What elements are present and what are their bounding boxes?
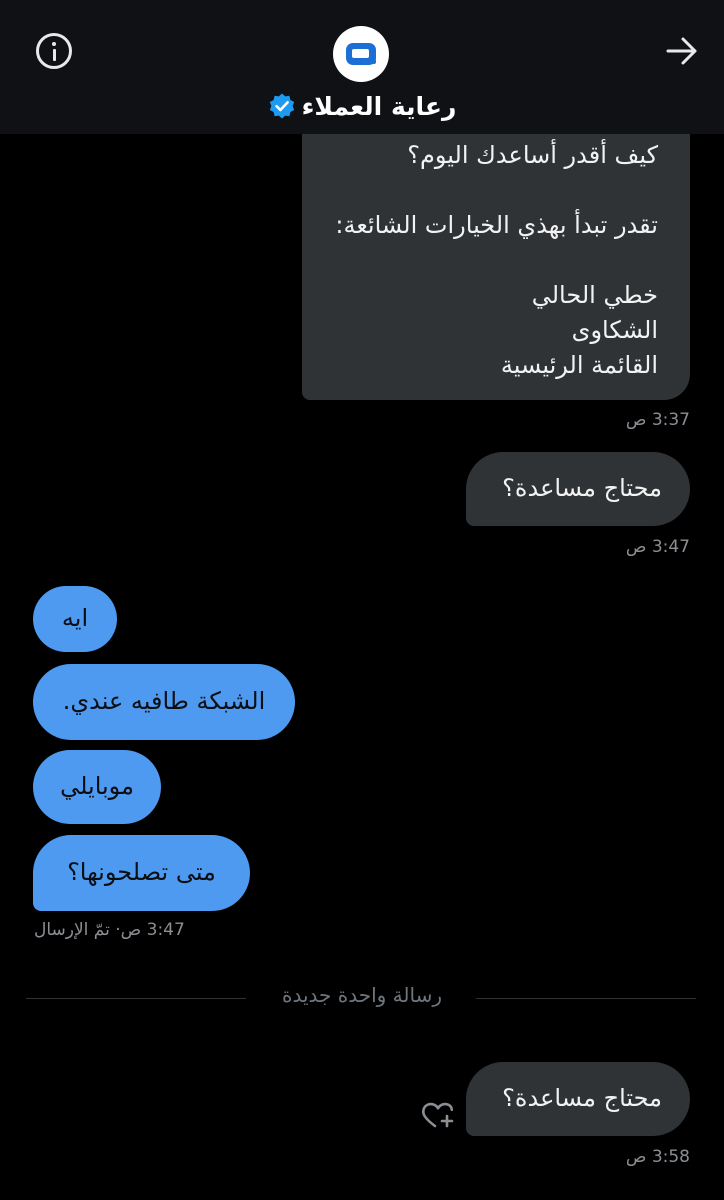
message-timestamp: 3:37 ص [625, 410, 690, 430]
message-text: موبايلي [60, 772, 134, 800]
message-text: ايه [61, 604, 89, 632]
menu-option-main-menu[interactable]: القائمة الرئيسية [332, 348, 658, 383]
page-title: رعاية العملاء [301, 91, 457, 121]
avatar[interactable] [333, 26, 389, 82]
mobily-logo-icon [346, 43, 376, 65]
message-text: محتاج مساعدة؟ [502, 474, 662, 502]
message-timestamp: 3:58 ص [625, 1147, 690, 1167]
message-text: متى تصلحونها؟ [67, 858, 216, 886]
message-line: تقدر تبدأ بهذي الخيارات الشائعة: [335, 211, 658, 239]
message-text: الشبكة طافيه عندي. [62, 687, 266, 715]
heart-plus-icon[interactable] [414, 1100, 454, 1136]
chat-header: رعاية العملاء [0, 0, 724, 134]
sent-message-bubble[interactable]: متى تصلحونها؟ [33, 835, 250, 911]
message-bubble[interactable]: محتاج مساعدة؟ [466, 452, 690, 526]
message-text: محتاج مساعدة؟ [502, 1084, 662, 1112]
info-icon[interactable] [36, 33, 72, 69]
divider-line [476, 998, 696, 999]
conversation-title-row: رعاية العملاء [200, 87, 524, 125]
sent-message-bubble[interactable]: الشبكة طافيه عندي. [33, 664, 295, 740]
menu-option-my-line[interactable]: خطي الحالي [332, 278, 658, 313]
menu-message-bubble[interactable]: كيف أقدر أساعدك اليوم؟ تقدر تبدأ بهذي ال… [302, 96, 690, 400]
message-timestamp: 3:47 ص [625, 537, 690, 557]
divider-line [26, 998, 246, 999]
sent-message-bubble[interactable]: ايه [33, 586, 117, 652]
message-status: 3:47 ص· تمّ الإرسال [34, 920, 185, 940]
arrow-right-icon[interactable] [664, 34, 700, 68]
message-line: كيف أقدر أساعدك اليوم؟ [407, 141, 658, 169]
sent-message-bubble[interactable]: موبايلي [33, 750, 161, 824]
verified-badge-icon [269, 93, 294, 119]
menu-option-complaints[interactable]: الشكاوى [332, 313, 658, 348]
new-messages-divider: رسالة واحدة جديدة [282, 983, 442, 1007]
message-bubble[interactable]: محتاج مساعدة؟ [466, 1062, 690, 1136]
